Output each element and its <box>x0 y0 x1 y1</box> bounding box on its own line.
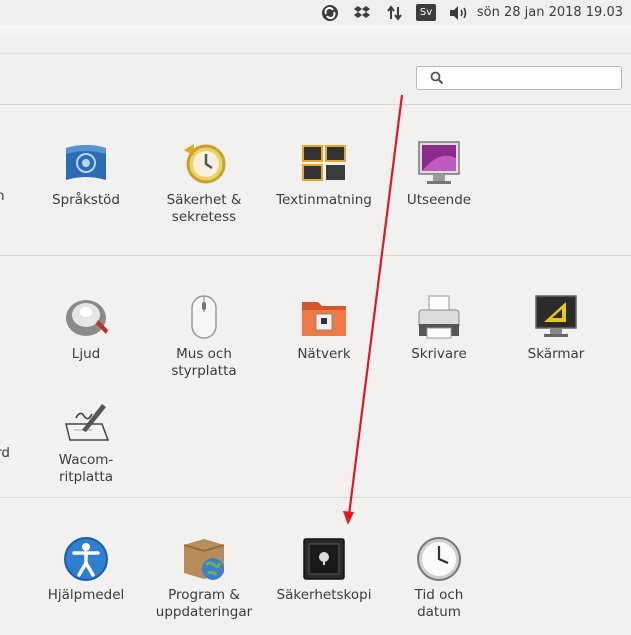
settings-item-language-support[interactable]: Språkstöd <box>36 140 136 240</box>
toolbar <box>0 54 631 105</box>
settings-item-label: Hjälpmedel <box>47 587 125 603</box>
top-panel: Sv sön 28 jan 2018 19.03 <box>0 0 631 26</box>
time-date-icon <box>417 537 461 581</box>
settings-item-software-updates[interactable]: Program & uppdateringar <box>154 535 254 635</box>
settings-item-label: Skrivare <box>411 346 467 362</box>
sound-icon <box>66 300 108 336</box>
displays-icon <box>535 295 577 337</box>
printer-icon <box>418 295 460 339</box>
settings-item-appearance[interactable]: Utseende <box>389 140 489 240</box>
settings-item-backup[interactable]: Säkerhetskopi <box>274 535 374 635</box>
appearance-icon <box>418 141 460 184</box>
volume-icon[interactable] <box>446 0 472 25</box>
mouse-touchpad-icon <box>191 295 217 339</box>
wacom-tablet-icon <box>65 404 110 441</box>
settings-item-label: Utseende <box>406 192 472 208</box>
network-folder-icon <box>302 302 346 336</box>
network-icon[interactable] <box>383 0 407 25</box>
settings-item-text-entry[interactable]: Textinmatning <box>274 140 374 240</box>
dropbox-icon[interactable] <box>350 0 374 25</box>
partial-label: n <box>0 188 5 204</box>
window-titlebar <box>0 25 631 54</box>
settings-item-time-date[interactable]: Tid och datum <box>389 535 489 635</box>
keyboard-layout-label: Sv <box>416 4 436 21</box>
settings-item-label: Språkstöd <box>52 192 120 208</box>
settings-item-wacom-tablet[interactable]: Wacom- ritplatta <box>36 400 136 500</box>
settings-item-sound[interactable]: Ljud <box>36 294 136 394</box>
keyboard-layout-indicator[interactable]: Sv <box>414 0 438 25</box>
search-input[interactable] <box>451 70 620 88</box>
security-privacy-icon <box>184 144 226 184</box>
settings-item-label: Program & uppdateringar <box>155 587 253 620</box>
section-divider <box>0 255 631 256</box>
settings-grid: n Språkstöd Säkerhet & sekretess Textinm… <box>0 105 631 633</box>
settings-item-label: Säkerhetskopi <box>276 587 372 603</box>
settings-item-label: Ljud <box>71 346 101 362</box>
settings-item-label: Mus och styrplatta <box>171 346 237 379</box>
settings-item-network[interactable]: Nätverk <box>274 294 374 394</box>
settings-item-security-privacy[interactable]: Säkerhet & sekretess <box>154 140 254 240</box>
settings-item-accessibility[interactable]: Hjälpmedel <box>36 535 136 635</box>
settings-item-label: Nätverk <box>297 346 351 362</box>
settings-item-mouse-touchpad[interactable]: Mus och styrplatta <box>154 294 254 394</box>
accessibility-icon <box>64 537 108 581</box>
settings-item-label: Wacom- ritplatta <box>58 452 114 485</box>
language-support-icon <box>66 145 106 180</box>
settings-item-label: Tid och datum <box>414 587 464 620</box>
settings-item-label: Skärmar <box>527 346 585 362</box>
backup-icon <box>303 538 345 580</box>
text-entry-icon <box>302 145 346 181</box>
settings-item-displays[interactable]: Skärmar <box>506 294 606 394</box>
sync-icon[interactable] <box>318 0 342 25</box>
settings-item-printers[interactable]: Skrivare <box>389 294 489 394</box>
software-updates-icon <box>183 539 225 580</box>
settings-item-label: Säkerhet & sekretess <box>166 192 242 225</box>
search-icon <box>430 71 444 85</box>
partial-label: rd <box>0 445 10 461</box>
settings-item-label: Textinmatning <box>276 192 372 208</box>
search-field[interactable] <box>416 66 622 90</box>
clock[interactable]: sön 28 jan 2018 19.03 <box>477 0 623 25</box>
